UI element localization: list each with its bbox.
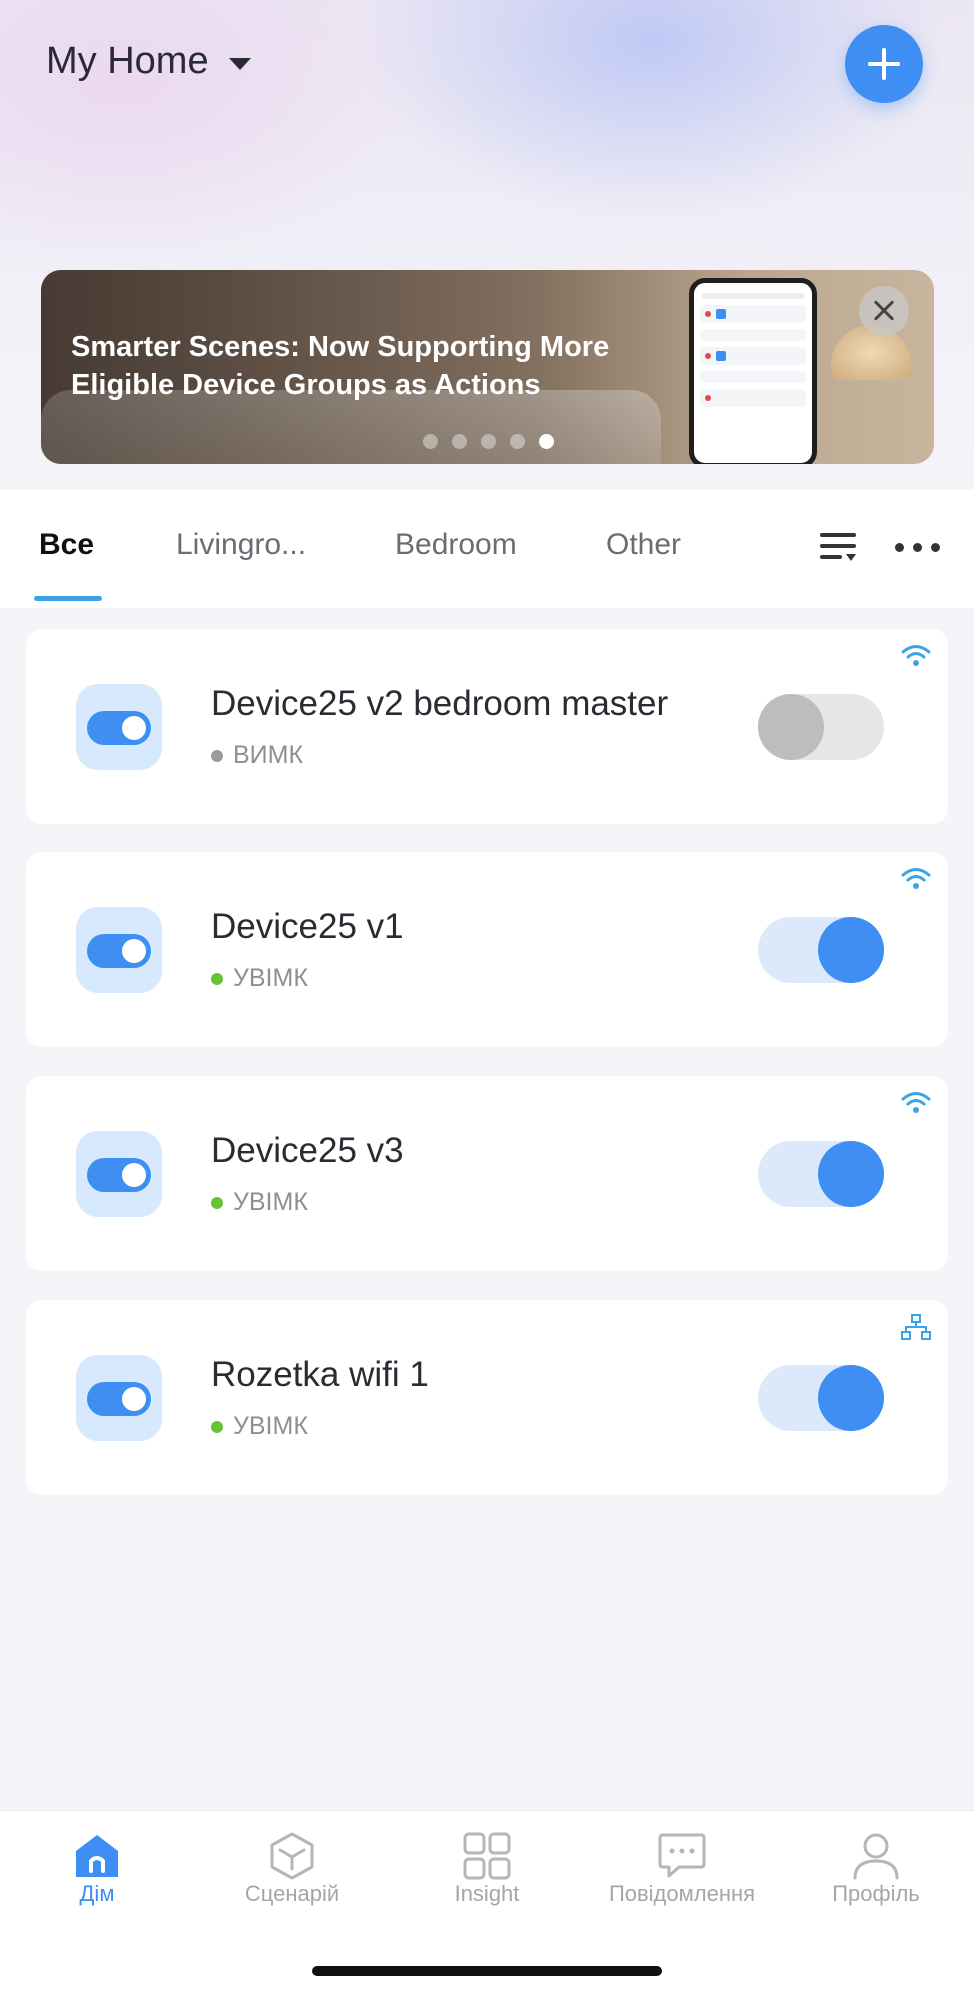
home-icon bbox=[76, 1835, 118, 1877]
status-dot bbox=[211, 972, 223, 985]
message-icon bbox=[658, 1833, 706, 1878]
tab-bedroom[interactable]: Bedroom bbox=[395, 528, 517, 562]
switch-device-icon bbox=[76, 907, 162, 993]
power-toggle[interactable] bbox=[758, 1365, 884, 1431]
switch-device-icon bbox=[76, 684, 162, 770]
wifi-icon bbox=[901, 868, 931, 889]
nav-scenes[interactable]: Сценарій bbox=[202, 1811, 382, 1931]
device-status: УВІМК bbox=[211, 1188, 308, 1217]
device-name: Rozetka wifi 1 bbox=[211, 1355, 429, 1394]
profile-icon bbox=[853, 1833, 899, 1880]
status-label: УВІМК bbox=[233, 964, 308, 992]
header: My Home bbox=[0, 0, 974, 130]
nav-label: Профіль bbox=[832, 1881, 920, 1906]
switch-device-icon bbox=[76, 1131, 162, 1217]
device-status: УВІМК bbox=[211, 1412, 308, 1441]
power-toggle[interactable] bbox=[758, 694, 884, 760]
switch-device-icon bbox=[76, 1355, 162, 1441]
carousel-dot[interactable] bbox=[423, 434, 438, 449]
status-dot bbox=[211, 749, 223, 762]
device-name: Device25 v3 bbox=[211, 1131, 404, 1170]
wifi-icon bbox=[901, 1092, 931, 1113]
nav-label: Повідомлення bbox=[608, 1881, 756, 1906]
home-title: My Home bbox=[46, 40, 209, 82]
nav-label: Insight bbox=[454, 1881, 520, 1906]
carousel-dot[interactable] bbox=[452, 434, 467, 449]
carousel-dot[interactable] bbox=[510, 434, 525, 449]
nav-profile[interactable]: Профіль bbox=[786, 1811, 966, 1931]
status-dot bbox=[211, 1196, 223, 1209]
device-card[interactable]: Rozetka wifi 1 УВІМК bbox=[26, 1300, 948, 1495]
sort-list-icon[interactable] bbox=[820, 530, 858, 566]
power-toggle[interactable] bbox=[758, 1141, 884, 1207]
nav-home[interactable]: Дім bbox=[7, 1811, 187, 1931]
active-tab-indicator bbox=[34, 596, 102, 601]
tab-livingroom[interactable]: Livingro... bbox=[176, 528, 306, 562]
device-card[interactable]: Device25 v2 bedroom master ВИМК bbox=[26, 629, 948, 824]
nav-insight[interactable]: Insight bbox=[397, 1811, 577, 1931]
carousel-dots bbox=[423, 434, 554, 449]
caret-down-icon bbox=[228, 57, 251, 70]
device-name: Device25 v1 bbox=[211, 907, 404, 946]
status-dot bbox=[211, 1420, 223, 1433]
home-indicator bbox=[312, 1966, 662, 1976]
room-tabs: Все Livingro... Bedroom Other bbox=[0, 490, 974, 608]
status-label: УВІМК bbox=[233, 1188, 308, 1216]
home-selector[interactable]: My Home bbox=[46, 40, 251, 83]
nav-label: Сценарій bbox=[244, 1881, 340, 1906]
status-label: УВІМК bbox=[233, 1412, 308, 1440]
nav-messages[interactable]: Повідомлення bbox=[592, 1811, 772, 1931]
more-options-icon[interactable] bbox=[895, 543, 940, 552]
tab-other[interactable]: Other bbox=[606, 528, 681, 562]
nav-label: Дім bbox=[79, 1881, 115, 1906]
device-card[interactable]: Device25 v3 УВІМК bbox=[26, 1076, 948, 1271]
promo-banner[interactable]: Smarter Scenes: Now Supporting More Elig… bbox=[41, 270, 934, 464]
device-status: УВІМК bbox=[211, 964, 308, 993]
device-card[interactable]: Device25 v1 УВІМК bbox=[26, 852, 948, 1047]
device-status: ВИМК bbox=[211, 741, 303, 770]
carousel-dot[interactable] bbox=[481, 434, 496, 449]
tab-all[interactable]: Все bbox=[39, 528, 94, 562]
add-device-button[interactable] bbox=[845, 25, 923, 103]
status-label: ВИМК bbox=[233, 741, 304, 769]
power-toggle[interactable] bbox=[758, 917, 884, 983]
banner-text: Smarter Scenes: Now Supporting More Elig… bbox=[71, 331, 610, 401]
close-banner-button[interactable] bbox=[859, 286, 909, 336]
device-name: Device25 v2 bedroom master bbox=[211, 684, 669, 723]
phone-mockup-image bbox=[689, 278, 817, 464]
wifi-icon bbox=[901, 645, 931, 666]
network-hub-icon bbox=[901, 1314, 931, 1340]
carousel-dot-active[interactable] bbox=[539, 434, 554, 449]
grid-icon bbox=[463, 1832, 511, 1880]
scene-cube-icon bbox=[270, 1832, 314, 1880]
